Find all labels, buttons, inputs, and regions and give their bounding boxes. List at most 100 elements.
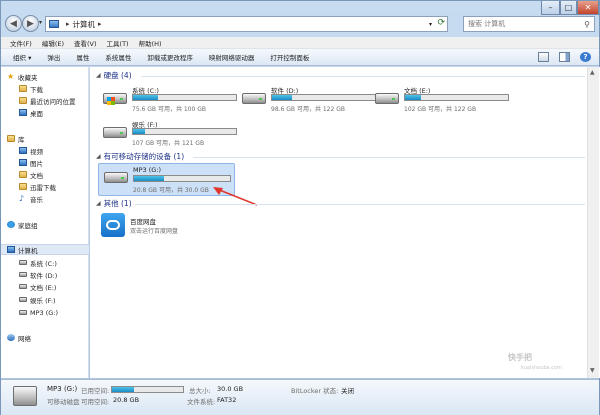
- hard-drive-icon: [103, 93, 127, 105]
- details-bitlocker-label: BitLocker 状态:: [291, 387, 339, 395]
- navigation-pane: ★ 收藏夹 下载 最近访问的位置 桌面 库 视频 图片 文档 迅雷下载 ♪ 音乐 家…: [1, 67, 89, 378]
- address-bar[interactable]: ▸ 计算机 ▸ ▾ ⟳: [45, 16, 448, 32]
- menubar: 文件(F) 编辑(E) 查看(V) 工具(T) 帮助(H): [1, 37, 599, 49]
- close-button[interactable]: ✕: [577, 1, 599, 15]
- content-pane-right: [497, 67, 600, 378]
- collapse-icon[interactable]: ◢: [96, 200, 101, 207]
- search-icon[interactable]: ⚲: [584, 20, 590, 29]
- group-divider: [135, 204, 585, 205]
- change-view-icon[interactable]: [538, 52, 549, 62]
- chevron-right-icon[interactable]: ▸: [98, 20, 102, 28]
- explorer-window: ◀ ▶ ▾ ▸ 计算机 ▸ ▾ ⟳ ⚲ – □ ✕ 文件(F) 编辑(E) 查看…: [0, 0, 600, 415]
- homegroup-icon: [7, 221, 15, 228]
- network-icon: [7, 334, 15, 341]
- computer-icon: [49, 20, 59, 28]
- folder-icon: [19, 85, 27, 92]
- chevron-right-icon[interactable]: ▸: [66, 20, 70, 28]
- nav-homegroup[interactable]: 家庭组: [7, 219, 95, 230]
- drive-icon: [19, 260, 27, 265]
- eject-button[interactable]: 弹出: [47, 52, 60, 62]
- scroll-up-icon[interactable]: ▲: [590, 69, 595, 76]
- drive-icon: [19, 297, 27, 302]
- nav-network[interactable]: 网络: [7, 332, 95, 343]
- forward-button[interactable]: ▶: [22, 15, 39, 32]
- address-dropdown-icon[interactable]: ▾: [429, 21, 432, 28]
- details-free-value: 20.8 GB: [113, 396, 140, 404]
- nav-favorites[interactable]: ★ 收藏夹: [7, 71, 95, 82]
- details-used-label: 已用空间:: [81, 387, 110, 395]
- menu-file[interactable]: 文件(F): [10, 38, 32, 48]
- details-pane: MP3 (G:) 可移动磁盘 已用空间: 可用空间: 20.8 GB 总大小: …: [1, 379, 599, 415]
- search-input[interactable]: [468, 20, 578, 28]
- menu-view[interactable]: 查看(V): [74, 38, 97, 48]
- details-usage-bar: [111, 386, 184, 393]
- menu-tools[interactable]: 工具(T): [107, 38, 129, 48]
- command-bar: 组织 ▾ 弹出 属性 系统属性 卸载或更改程序 映射网络驱动器 打开控制面板 ?: [1, 49, 599, 66]
- collapse-icon[interactable]: ◢: [96, 72, 101, 79]
- drive-tile-f[interactable]: 娱乐 (F:) 107 GB 可用，共 121 GB: [98, 117, 238, 155]
- details-drive-type: 可移动磁盘: [47, 398, 80, 406]
- nav-libraries[interactable]: 库: [7, 133, 95, 144]
- baidu-netdisk-item[interactable]: 百度网盘 双击运行百度网盘: [101, 213, 251, 241]
- drive-tile-c[interactable]: 系统 (C:) 75.6 GB 可用，共 100 GB: [98, 83, 238, 121]
- group-header-removable[interactable]: ◢ 有可移动存储的设备 (1): [96, 151, 184, 162]
- details-fs-label: 文件系统:: [187, 398, 216, 406]
- system-properties-button[interactable]: 系统属性: [105, 52, 131, 62]
- usage-bar: [132, 128, 237, 135]
- help-icon[interactable]: ?: [580, 52, 591, 62]
- hard-drive-icon: [375, 93, 399, 104]
- recent-pages-dropdown-icon[interactable]: ▾: [39, 19, 42, 26]
- drive-icon: [19, 272, 27, 277]
- address-row: ◀ ▶ ▾ ▸ 计算机 ▸ ▾ ⟳ ⚲ – □ ✕: [1, 1, 599, 37]
- toolbar-right: ?: [538, 52, 591, 62]
- hard-drive-icon: [103, 127, 127, 138]
- map-network-drive-button[interactable]: 映射网络驱动器: [209, 52, 255, 62]
- nav-computer[interactable]: 计算机: [1, 244, 89, 255]
- group-header-hdd[interactable]: ◢ 硬盘 (4): [96, 70, 132, 81]
- refresh-icon[interactable]: ⟳: [437, 18, 445, 28]
- menu-edit[interactable]: 编辑(E): [42, 38, 64, 48]
- search-box[interactable]: ⚲: [463, 16, 595, 32]
- back-button[interactable]: ◀: [5, 15, 22, 32]
- drive-icon: [19, 284, 27, 289]
- organize-button[interactable]: 组织 ▾: [13, 52, 31, 62]
- usb-drive-icon: [104, 172, 128, 183]
- windows-logo-icon: [107, 97, 115, 105]
- group-divider: [141, 76, 585, 77]
- computer-icon: [7, 246, 15, 253]
- group-header-other[interactable]: ◢ 其他 (1): [96, 198, 132, 209]
- scroll-down-icon[interactable]: ▼: [590, 367, 595, 374]
- maximize-button[interactable]: □: [560, 1, 577, 15]
- usb-drive-icon: [19, 310, 27, 315]
- usb-drive-icon: [13, 386, 37, 406]
- open-control-panel-button[interactable]: 打开控制面板: [270, 52, 309, 62]
- breadcrumb-computer[interactable]: 计算机: [73, 19, 96, 30]
- drive-tile-d[interactable]: 软件 (D:) 98.6 GB 可用，共 122 GB: [237, 83, 377, 121]
- details-total-label: 总大小:: [189, 387, 211, 395]
- vertical-scrollbar[interactable]: ▲ ▼: [587, 67, 599, 378]
- desktop-icon: [19, 109, 27, 116]
- minimize-button[interactable]: –: [541, 1, 560, 15]
- menu-help[interactable]: 帮助(H): [139, 38, 162, 48]
- baidu-netdisk-icon: [101, 213, 125, 237]
- usage-bar: [132, 94, 237, 101]
- details-free-label: 可用空间:: [81, 398, 110, 406]
- folder-icon: [19, 183, 27, 190]
- star-icon: ★: [7, 71, 15, 81]
- details-total-value: 30.0 GB: [217, 385, 244, 393]
- collapse-icon[interactable]: ◢: [96, 153, 101, 160]
- details-bitlocker-value: 关闭: [341, 387, 354, 395]
- library-icon: [7, 135, 15, 142]
- picture-icon: [19, 159, 27, 166]
- music-icon: ♪: [19, 193, 25, 203]
- folder-icon: [19, 97, 27, 104]
- watermark-url: kuaishouba.com: [521, 365, 562, 371]
- uninstall-program-button[interactable]: 卸载或更改程序: [147, 52, 193, 62]
- properties-button[interactable]: 属性: [76, 52, 89, 62]
- drive-tile-e[interactable]: 文档 (E:) 102 GB 可用，共 122 GB: [370, 83, 510, 121]
- group-divider: [193, 157, 585, 158]
- preview-pane-icon[interactable]: [559, 52, 570, 62]
- usage-bar: [404, 94, 509, 101]
- details-fs-value: FAT32: [217, 396, 237, 404]
- usage-bar: [271, 94, 376, 101]
